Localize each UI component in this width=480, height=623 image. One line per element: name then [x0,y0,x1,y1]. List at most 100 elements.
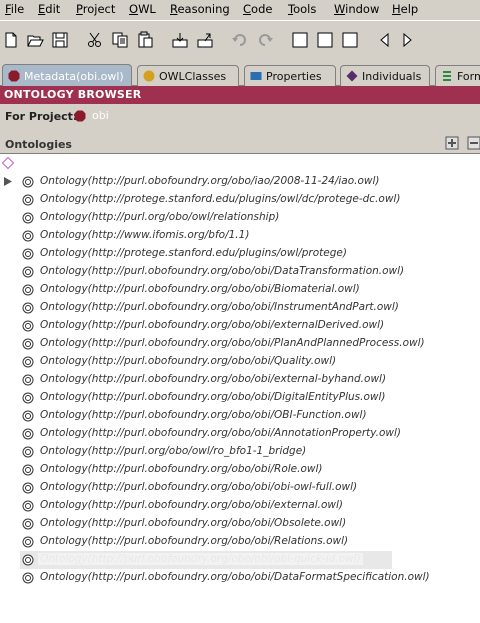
back-icon[interactable] [376,31,394,49]
tab-individuals-label: Individuals [362,69,422,83]
undo-icon[interactable] [231,31,249,49]
menu-bar: File Edit Project OWL Reasoning Code Too… [0,0,480,20]
ontology-icon [22,572,34,584]
ontology-icon [22,266,34,278]
forms-icon [443,71,451,81]
checkbox-icon[interactable] [316,31,334,49]
remove-import-icon[interactable] [466,133,480,151]
ontology-label: Ontology(http://purl.obofoundry.org/obo/… [40,337,425,349]
copy-icon[interactable] [111,31,129,49]
ontology-label: Ontology(http://purl.org/obo/owl/ro_bfo1… [40,445,307,457]
ontology-row[interactable]: Ontology(http://protege.stanford.edu/plu… [0,191,480,209]
ontology-icon [22,302,34,314]
ontology-label: Ontology(http://purl.obofoundry.org/obo/… [38,553,363,565]
class-icon [143,70,155,82]
tab-forms[interactable]: Forms [435,65,480,86]
ontology-icon [22,428,34,440]
ontology-row[interactable]: Ontology(http://purl.obofoundry.org/obo/… [0,389,480,407]
root-ontology-icon[interactable] [2,157,14,169]
tab-metadata-label: Metadata(obi.owl) [24,69,124,83]
ontology-label: Ontology(http://purl.obofoundry.org/obo/… [40,391,386,403]
export-icon[interactable] [196,31,214,49]
ontology-row[interactable]: Ontology(http://purl.obofoundry.org/obo/… [0,533,480,551]
ontology-label: Ontology(http://purl.obofoundry.org/obo/… [40,463,323,475]
ontology-row[interactable]: Ontology(http://purl.obofoundry.org/obo/… [0,479,480,497]
checkbox-icon[interactable] [341,31,359,49]
ontology-row[interactable]: Ontology(http://purl.obofoundry.org/obo/… [0,353,480,371]
add-import-icon[interactable] [444,133,462,151]
ontology-row[interactable]: Ontology(http://purl.obofoundry.org/obo/… [0,335,480,353]
menu-project[interactable]: Project [76,2,115,16]
ontology-row[interactable]: Ontology(http://www.ifomis.org/bfo/1.1) [0,227,480,245]
ontology-row[interactable]: Ontology(http://purl.org/obo/owl/ro_bfo1… [0,443,480,461]
ontology-icon [22,554,34,566]
menu-reasoning[interactable]: Reasoning [170,2,230,16]
individual-icon [346,70,358,82]
ontology-label: Ontology(http://protege.stanford.edu/plu… [40,193,401,205]
ontology-row[interactable]: Ontology(http://purl.org/obo/owl/relatio… [0,209,480,227]
ontology-row[interactable]: Ontology(http://purl.obofoundry.org/obo/… [0,569,480,587]
menu-window[interactable]: Window [334,2,379,16]
redo-icon[interactable] [256,31,274,49]
ontology-row[interactable]: Ontology(http://purl.obofoundry.org/obo/… [0,263,480,281]
ontologies-bar: Ontologies [0,128,480,154]
ontology-label: Ontology(http://purl.obofoundry.org/obo/… [40,301,399,313]
toolbar [0,20,480,62]
ontology-row[interactable]: Ontology(http://purl.obofoundry.org/obo/… [0,281,480,299]
ontology-icon [22,464,34,476]
ontology-label: Ontology(http://purl.obofoundry.org/obo/… [40,319,385,331]
ontology-icon [22,176,34,188]
ontology-row[interactable]: Ontology(http://purl.obofoundry.org/obo/… [0,299,480,317]
ontology-row[interactable]: Ontology(http://purl.obofoundry.org/obo/… [0,371,480,389]
save-icon[interactable] [51,31,69,49]
ontology-row[interactable]: Ontology(http://purl.obofoundry.org/obo/… [0,461,480,479]
ontology-icon [22,518,34,530]
ontology-row[interactable]: Ontology(http://purl.obofoundry.org/obo/… [0,497,480,515]
menu-owl[interactable]: OWL [129,2,156,16]
ontology-row[interactable]: Ontology(http://purl.obofoundry.org/obo/… [0,515,480,533]
ontology-label: Ontology(http://purl.obofoundry.org/obo/… [40,499,343,511]
ontology-row[interactable]: Ontology(http://purl.obofoundry.org/obo/… [0,551,480,569]
tab-forms-label: Forms [457,69,480,83]
forward-icon[interactable] [398,31,416,49]
paste-icon[interactable] [136,31,154,49]
property-icon [250,72,262,80]
cut-icon[interactable] [86,31,104,49]
ontology-label: Ontology(http://purl.obofoundry.org/obo/… [40,409,367,421]
tab-individuals[interactable]: Individuals [340,65,430,86]
tab-owlclasses-label: OWLClasses [159,69,227,83]
menu-edit[interactable]: Edit [38,2,60,16]
ontology-icon [22,284,34,296]
ontology-row[interactable]: Ontology(http://purl.obofoundry.org/obo/… [0,317,480,335]
ontology-label: Ontology(http://purl.obofoundry.org/obo/… [40,427,402,439]
new-icon[interactable] [2,31,20,49]
ontology-row[interactable]: Ontology(http://protege.stanford.edu/plu… [0,245,480,263]
ontologies-title: Ontologies [5,138,72,151]
open-icon[interactable] [26,31,44,49]
ontology-label: Ontology(http://purl.obofoundry.org/obo/… [40,481,358,493]
tab-metadata[interactable]: Metadata(obi.owl) [2,64,132,87]
expand-arrow-icon[interactable] [4,177,12,186]
tab-properties[interactable]: Properties [244,65,336,86]
ontology-label: Ontology(http://protege.stanford.edu/plu… [40,247,347,259]
import-icon[interactable] [171,31,189,49]
ontology-icon [22,446,34,458]
project-name: obi [92,109,109,122]
ontology-icon [22,392,34,404]
ontology-row[interactable]: Ontology(http://purl.obofoundry.org/obo/… [0,407,480,425]
ontology-tree[interactable]: Ontology(http://purl.obofoundry.org/obo/… [0,155,480,623]
ontology-row[interactable]: Ontology(http://purl.obofoundry.org/obo/… [0,173,480,191]
checkbox-icon[interactable] [291,31,309,49]
project-icon [74,110,86,122]
menu-tools[interactable]: Tools [288,2,316,16]
menu-file[interactable]: File [5,2,24,16]
ontology-icon [22,248,34,260]
tab-properties-label: Properties [266,69,322,83]
menu-help[interactable]: Help [392,2,418,16]
ontology-row[interactable]: Ontology(http://purl.obofoundry.org/obo/… [0,425,480,443]
ontology-icon [22,410,34,422]
tab-owlclasses[interactable]: OWLClasses [137,65,239,86]
menu-code[interactable]: Code [243,2,272,16]
ontology-icon [22,320,34,332]
ontology-label: Ontology(http://purl.obofoundry.org/obo/… [40,175,380,187]
